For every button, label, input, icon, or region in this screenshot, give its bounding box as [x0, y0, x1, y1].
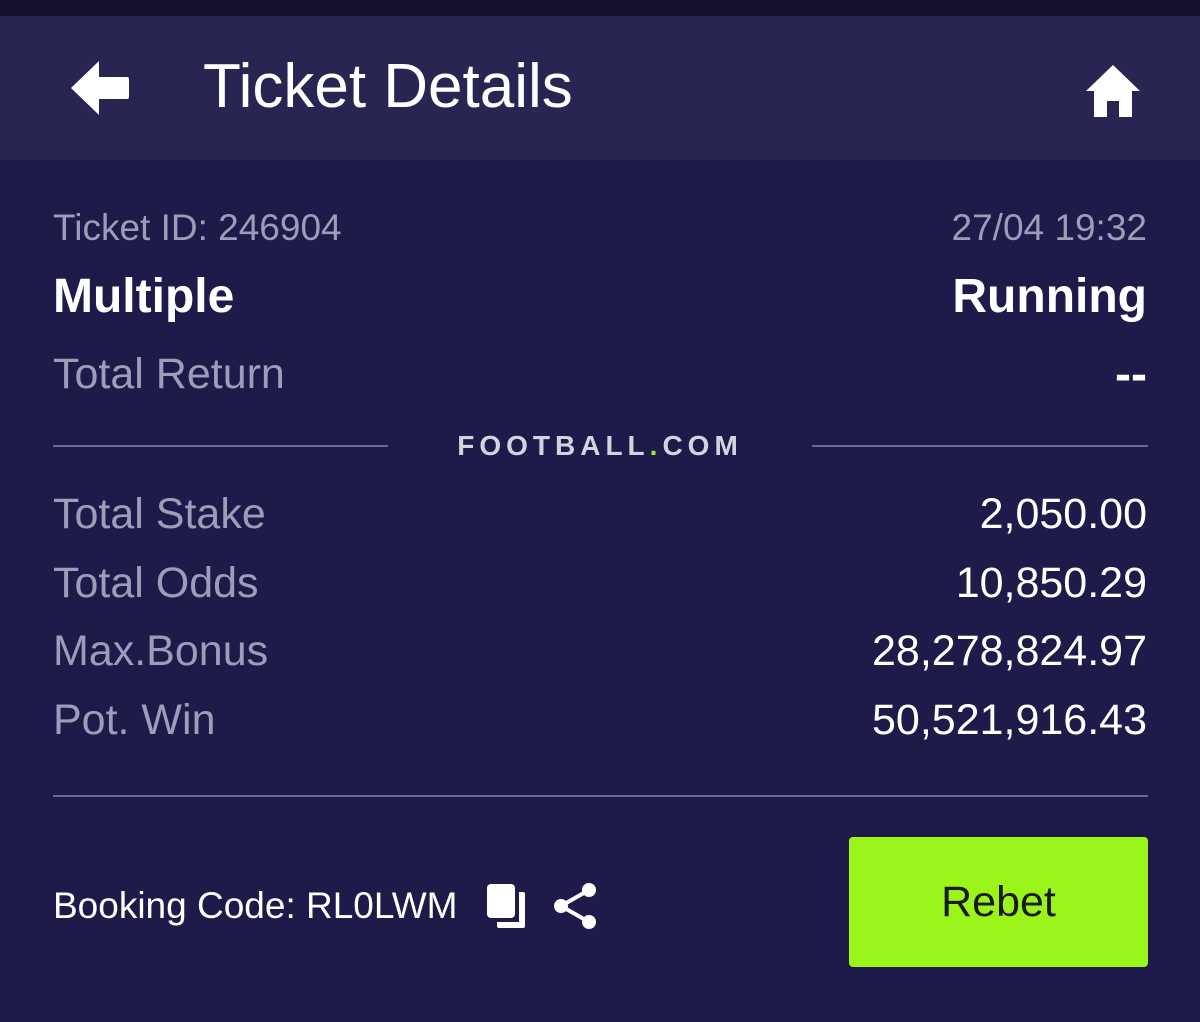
summary-row: Pot. Win 50,521,916.43 — [53, 692, 1147, 748]
ticket-datetime: 27/04 19:32 — [951, 207, 1147, 248]
home-button[interactable] — [1078, 56, 1148, 126]
total-return-row: Total Return -- — [53, 346, 1147, 402]
summary-value: 50,521,916.43 — [872, 695, 1147, 744]
summary-label: Max.Bonus — [53, 626, 269, 675]
brand-name-part2: COM — [662, 430, 743, 461]
summary-label: Pot. Win — [53, 695, 216, 744]
app-header: Ticket Details — [0, 16, 1200, 160]
share-button[interactable] — [551, 881, 599, 931]
divider-left — [53, 445, 388, 447]
booking-code-row: Booking Code: RL0LWM — [53, 878, 599, 934]
brand-name-part1: FOOTBALL — [457, 430, 650, 461]
bet-type: Multiple — [53, 269, 235, 323]
section-divider — [53, 795, 1148, 797]
summary-value: 2,050.00 — [979, 489, 1147, 538]
divider-right — [812, 445, 1148, 447]
copy-icon — [487, 884, 526, 928]
back-button[interactable] — [60, 56, 140, 120]
brand-logo: FOOTBALL.COM — [388, 424, 812, 468]
page-title: Ticket Details — [203, 52, 573, 121]
total-return-label: Total Return — [53, 349, 285, 398]
summary-row: Max.Bonus 28,278,824.97 — [53, 623, 1147, 679]
summary-row: Total Odds 10,850.29 — [53, 555, 1147, 611]
rebet-button[interactable]: Rebet — [849, 837, 1148, 967]
status-badge: Running — [952, 269, 1147, 323]
booking-code: Booking Code: RL0LWM — [53, 885, 458, 926]
share-icon — [554, 883, 597, 929]
status-bar — [0, 0, 1200, 16]
home-icon — [1086, 65, 1140, 117]
arrow-left-icon — [71, 61, 129, 115]
summary-label: Total Odds — [53, 558, 259, 607]
summary-row: Total Stake 2,050.00 — [53, 486, 1147, 542]
brand-dot: . — [649, 430, 663, 461]
summary-value: 28,278,824.97 — [872, 626, 1147, 675]
ticket-type-row: Multiple Running — [53, 266, 1147, 326]
copy-button[interactable] — [485, 882, 527, 930]
summary-value: 10,850.29 — [955, 558, 1147, 607]
ticket-meta-row: Ticket ID: 246904 27/04 19:32 — [53, 204, 1147, 252]
ticket-id: Ticket ID: 246904 — [53, 207, 342, 248]
total-return-value: -- — [1115, 347, 1147, 401]
summary-label: Total Stake — [53, 489, 266, 538]
